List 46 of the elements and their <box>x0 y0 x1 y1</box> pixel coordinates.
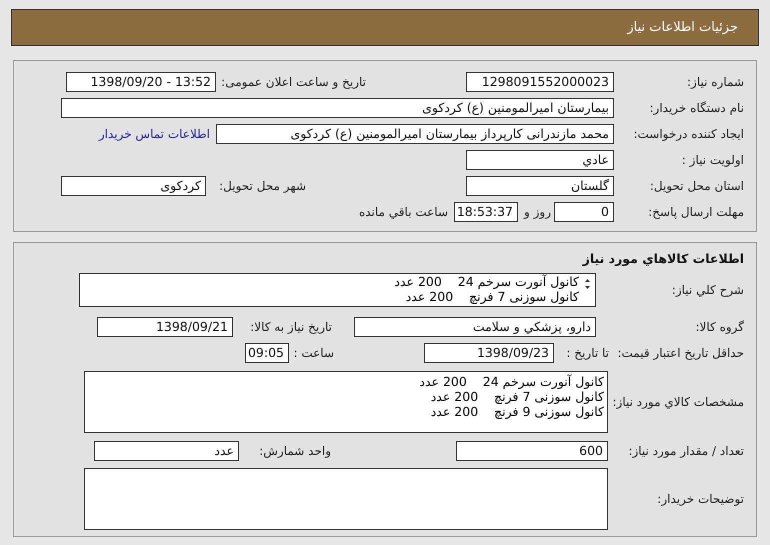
text-field[interactable]: 1298091552000023 <box>466 72 614 92</box>
field-label: مشخصات كالاي مورد نياز: <box>614 394 744 411</box>
page-title: جزئیات اطلاعات نیاز <box>627 18 738 37</box>
text-field[interactable]: عدد <box>94 441 239 461</box>
field-label: تاریخ و ساعت اعلان عمومی: <box>220 74 366 91</box>
text-field[interactable]: کردکوی <box>61 176 206 196</box>
text-field[interactable]: دارو، پزشكي و سلامت <box>354 317 596 337</box>
text-field[interactable]: 600 <box>456 441 608 461</box>
field-label: تاريخ نياز به كالا: <box>249 319 332 336</box>
contact-link[interactable]: اطلاعات تماس خریدار <box>98 125 210 143</box>
text-field[interactable]: محمد مازندرانی کارپرداز بیمارستان امیرالمومنین (ع) کردکوی <box>216 124 614 144</box>
field-label: ساعت : <box>292 345 334 362</box>
summary-line: كانول سوزنی 7 فرنچ 200 عدد <box>404 289 579 304</box>
text-field[interactable]: 1398/09/21 <box>97 317 233 337</box>
field-label: گروه كالا: <box>694 319 744 336</box>
field-label: واحد شمارش: <box>258 443 331 460</box>
text-field[interactable]: 1398/09/20 - 13:52 <box>66 72 216 92</box>
text-field[interactable]: بیمارستان امیرالمومنین (ع) کردکوی <box>61 98 614 118</box>
field-label: شهر محل تحویل: <box>218 178 306 195</box>
text-field[interactable]: 18:53:37 <box>454 202 518 222</box>
summary-line: كانول آنورت سرخم 24 200 عدد <box>394 274 579 289</box>
field-label: حداقل تاريخ اعتبار قيمت: <box>619 345 744 362</box>
field-label: نام دستگاه خریدار: <box>648 100 744 117</box>
field-label: ساعت باقي مانده <box>358 204 448 221</box>
field-label: تعداد / مقدار مورد نياز: <box>627 443 744 460</box>
text-field[interactable]: گلستان <box>466 176 614 196</box>
section-title: اطلاعات كالاهاي مورد نياز <box>581 250 744 268</box>
field-label: استان محل تحویل: <box>648 178 744 195</box>
text-field[interactable]: عادي <box>466 150 614 170</box>
text-field[interactable]: 1398/09/23 <box>424 343 554 363</box>
specs-line: كانول آنورت سرخم 24 200 عدد <box>418 374 604 389</box>
field-label: روز و <box>524 204 551 221</box>
notes-field[interactable] <box>84 468 608 530</box>
field-label: شماره نیاز: <box>686 74 744 91</box>
field-label: توضيحات خريدار: <box>656 491 744 508</box>
text-field[interactable]: 0 <box>554 202 614 222</box>
field-label: ایجاد کننده درخواست: <box>632 126 744 143</box>
specs-line: كانول سوزنی 7 فرنچ 200 عدد <box>430 389 604 404</box>
field-label: مهلت ارسال پاسخ: <box>647 204 744 221</box>
specs-field[interactable]: كانول آنورت سرخم 24 200 عدد كانول سوزنی 7 فرنچ 200 عدد كانول سوزنی 9 فرنچ 200 عدد <box>84 371 608 433</box>
field-label: تا تاریخ : <box>567 345 609 362</box>
field-label: شرح كلي نياز: <box>670 282 744 299</box>
summary-field[interactable]: كانول آنورت سرخم 24 200 عدد كانول سوزنی 7 فرنچ 200 عدد <box>79 273 596 307</box>
specs-line: كانول سوزنی 9 فرنچ 200 عدد <box>430 404 604 419</box>
field-label: اولویت نیاز : <box>680 152 744 169</box>
text-field[interactable]: 09:05 <box>245 343 289 363</box>
